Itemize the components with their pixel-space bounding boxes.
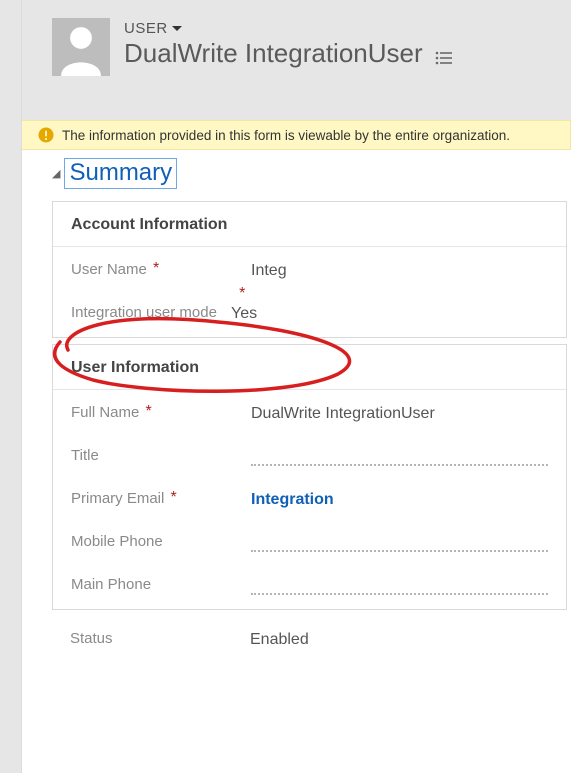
entity-type-dropdown[interactable]: USER [124,20,182,37]
integration-mode-label: Integration user mode [71,304,217,321]
field-integration-user-mode[interactable]: Integration user mode * Yes [53,294,566,337]
required-icon: * [171,490,177,506]
field-user-name[interactable]: User Name * Integ [53,247,566,294]
record-menu-icon[interactable] [435,41,453,72]
primary-email-value[interactable]: Integration [251,490,548,509]
user-name-label: User Name [71,261,147,278]
field-full-name[interactable]: Full Name * DualWrite IntegrationUser [53,390,566,437]
info-notification-bar: The information provided in this form is… [22,120,571,150]
full-name-value[interactable]: DualWrite IntegrationUser [251,404,548,423]
field-mobile-phone[interactable]: Mobile Phone [53,523,566,566]
account-information-section: Account Information User Name * Integ In… [52,201,567,338]
required-icon: * [146,404,152,420]
form-content: USER DualWrite IntegrationUser [22,0,571,773]
account-info-header: Account Information [53,202,566,247]
field-status: Status Enabled [22,616,571,663]
chevron-down-icon [172,20,182,37]
summary-section-header[interactable]: ◢ Summary [22,150,571,195]
status-label: Status [70,630,113,647]
integration-mode-value[interactable]: Yes [231,304,548,323]
user-name-value[interactable]: Integ [251,261,548,280]
user-info-header: User Information [53,345,566,390]
status-value: Enabled [250,630,553,649]
field-main-phone[interactable]: Main Phone [53,566,566,609]
warning-icon [38,127,54,143]
mobile-phone-value[interactable] [251,533,548,552]
entity-type-label: USER [124,20,168,37]
main-phone-label: Main Phone [71,576,151,593]
summary-title: Summary [64,158,177,189]
notification-text: The information provided in this form is… [62,128,510,143]
avatar [52,18,110,76]
field-primary-email[interactable]: Primary Email * Integration [53,480,566,523]
record-name: DualWrite IntegrationUser [124,38,423,69]
user-information-section: User Information Full Name * DualWrite I… [52,344,567,610]
main-phone-value[interactable] [251,576,548,595]
record-header: USER DualWrite IntegrationUser [22,0,571,120]
collapse-caret-icon: ◢ [52,167,60,180]
field-title[interactable]: Title [53,437,566,480]
mobile-phone-label: Mobile Phone [71,533,163,550]
primary-email-label: Primary Email [71,490,164,507]
left-gutter [0,0,22,773]
title-value[interactable] [251,447,548,466]
title-label: Title [71,447,99,464]
required-icon: * [239,286,245,302]
required-icon: * [153,261,159,277]
full-name-label: Full Name [71,404,139,421]
